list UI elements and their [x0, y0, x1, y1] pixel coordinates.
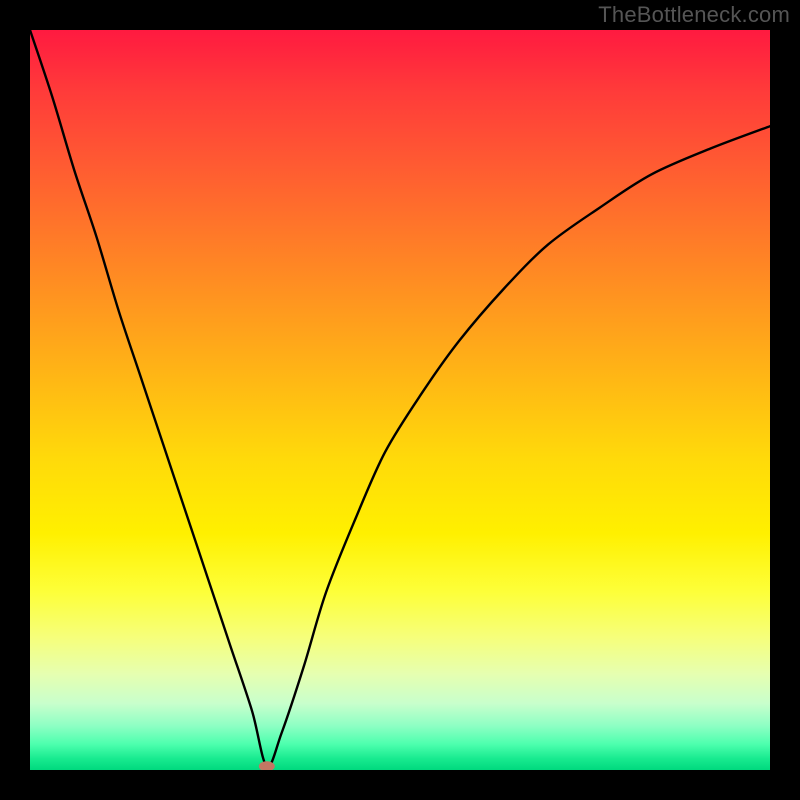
bottleneck-curve-svg [30, 30, 770, 770]
watermark-text: TheBottleneck.com [598, 2, 790, 28]
plot-area [30, 30, 770, 770]
bottleneck-curve-path [30, 30, 770, 767]
chart-stage: TheBottleneck.com [0, 0, 800, 800]
